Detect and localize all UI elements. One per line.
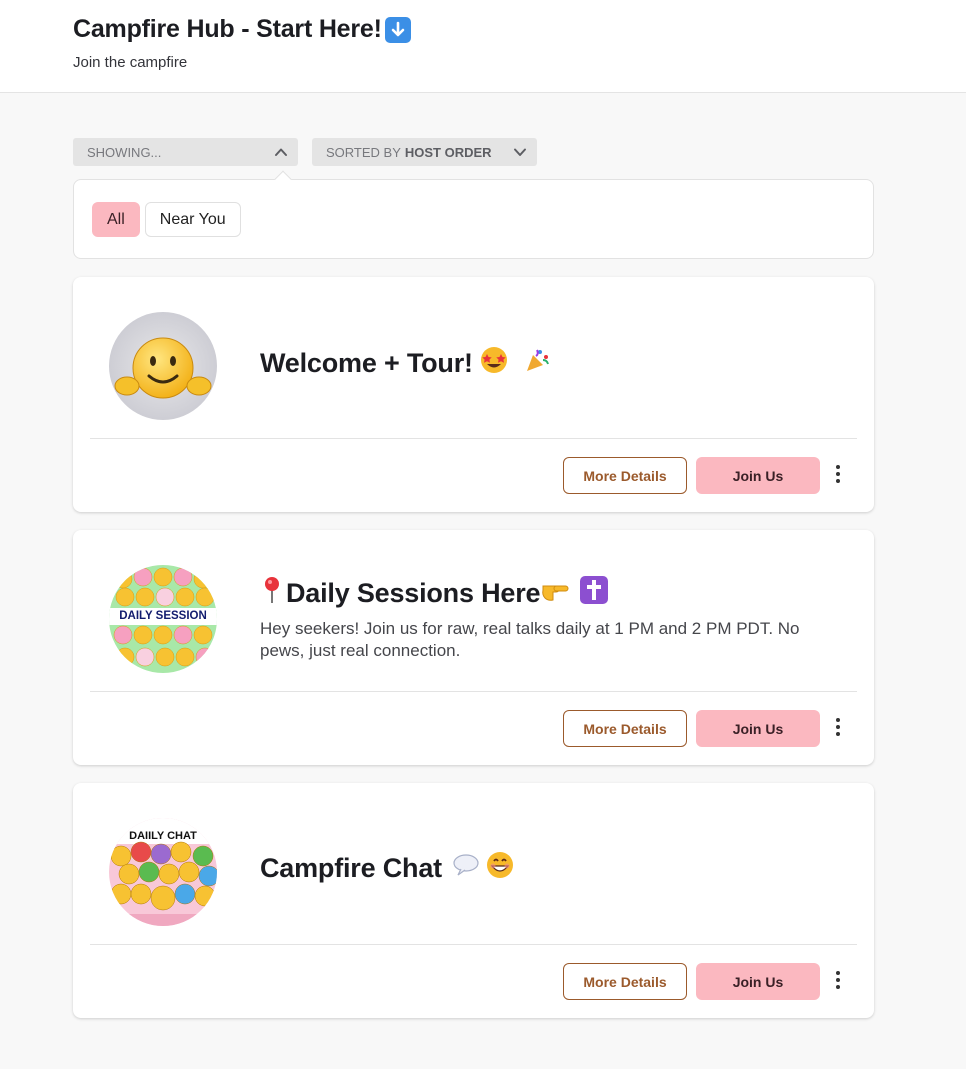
party-popper-emoji-icon <box>523 346 551 381</box>
event-title: Campfire Chat <box>260 851 514 886</box>
panel-notch <box>274 170 292 188</box>
showing-dropdown-label: SHOWING... <box>87 144 162 160</box>
round-pushpin-emoji-icon <box>260 575 284 612</box>
event-card: DAIILY CHAT Campfire Chat More Details J… <box>73 783 874 1018</box>
event-card: Welcome + Tour! More Details Join Us <box>73 277 874 512</box>
showing-dropdown[interactable]: SHOWING... <box>73 138 298 166</box>
join-button[interactable]: Join Us <box>696 963 820 1000</box>
filter-chips: All Near You <box>92 202 241 237</box>
avatar-text: DAILY SESSION <box>119 610 207 622</box>
speech-balloon-emoji-icon <box>452 853 480 884</box>
chip-all[interactable]: All <box>92 202 140 237</box>
event-title-text: Daily Sessions Here <box>286 578 541 608</box>
sort-value: HOST ORDER <box>404 144 492 160</box>
chip-near-you[interactable]: Near You <box>144 202 241 237</box>
filter-bar: SHOWING... SORTED BY HOST ORDER <box>73 138 537 166</box>
card-divider <box>90 944 857 945</box>
star-struck-emoji-icon <box>479 345 509 382</box>
chevron-down-icon <box>513 145 527 159</box>
event-title: Daily Sessions Here <box>260 575 609 612</box>
join-button[interactable]: Join Us <box>696 457 820 494</box>
event-card: DAILY SESSION Daily Sessions Here Hey se… <box>73 530 874 765</box>
event-avatar: DAILY SESSION <box>109 565 217 673</box>
page-header: Campfire Hub - Start Here! Join the camp… <box>0 0 966 93</box>
event-title-text: Welcome + Tour! <box>260 348 473 378</box>
chevron-up-icon <box>274 145 288 159</box>
latin-cross-emoji-icon <box>580 576 609 611</box>
more-details-button[interactable]: More Details <box>563 457 687 494</box>
grinning-face-emoji-icon <box>486 851 514 886</box>
sort-dropdown[interactable]: SORTED BY HOST ORDER <box>312 138 537 166</box>
more-options-icon[interactable] <box>830 713 846 741</box>
avatar-text: DAIILY CHAT <box>129 830 197 842</box>
more-options-icon[interactable] <box>830 460 846 488</box>
sort-prefix: SORTED BY <box>326 144 401 160</box>
more-options-icon[interactable] <box>830 966 846 994</box>
card-divider <box>90 691 857 692</box>
sort-dropdown-label: SORTED BY HOST ORDER <box>326 145 492 160</box>
event-title-text: Campfire Chat <box>260 853 442 883</box>
event-description: Hey seekers! Join us for raw, real talks… <box>260 619 800 660</box>
more-details-button[interactable]: More Details <box>563 963 687 1000</box>
event-avatar: DAIILY CHAT <box>109 818 217 926</box>
page-subtitle: Join the campfire <box>73 54 188 71</box>
down-arrow-icon <box>384 16 411 43</box>
page-title: Campfire Hub - Start Here! <box>73 15 411 44</box>
event-title: Welcome + Tour! <box>260 345 551 382</box>
event-avatar <box>109 312 217 420</box>
more-details-button[interactable]: More Details <box>563 710 687 747</box>
pointing-hand-emoji-icon <box>540 576 570 611</box>
card-divider <box>90 438 857 439</box>
join-button[interactable]: Join Us <box>696 710 820 747</box>
page-title-text: Campfire Hub - Start Here! <box>73 15 382 43</box>
filter-panel: All Near You <box>73 170 874 259</box>
